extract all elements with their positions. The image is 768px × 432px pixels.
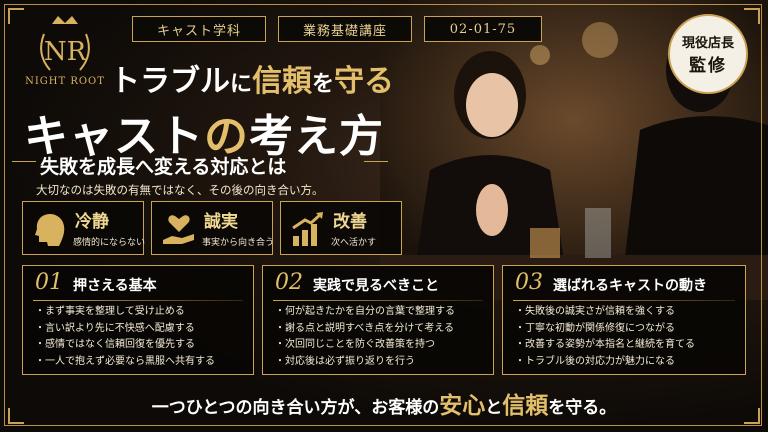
card-title: 押さえる基本 [73,278,157,294]
keyword-title: 冷静 [75,212,109,232]
title-highlight: 信頼 [252,64,313,99]
list-item: 言い訳より先に不快感へ配慮する [35,321,215,338]
list-item: 何が起きたかを自分の言葉で整理する [275,304,455,321]
message-highlight: 信頼 [502,392,549,419]
list-item: トラブル後の対応力が魅力になる [515,354,695,371]
list-item: 丁寧な初動が関係修復につながる [515,321,695,338]
message-part: 一つひとつの向き合い方が、お客様の [151,398,440,418]
keyword-sub: 感情的にならない [73,238,146,248]
card-list: まず事実を整理して受け止める 言い訳より先に不快感へ配慮する 感情ではなく信頼回… [35,304,215,370]
list-item: 謝る点と説明すべき点を分けて考える [275,321,455,338]
list-item: 失敗後の誠実さが信頼を強くする [515,304,695,321]
keyword-box: 誠実 事実から向き合う [151,201,275,255]
card-title: 実践で見るべきこと [313,278,439,294]
category-chip: キャスト学科 [132,16,266,42]
keyword-box: 改善 次へ活かす [280,201,402,255]
code-chip: 02-01-75 [424,16,542,42]
list-item: 感情ではなく信頼回復を優先する [35,337,215,354]
card-divider [33,300,243,301]
course-chip: 業務基礎講座 [278,16,412,42]
corner-ornament [744,8,760,24]
lead-text: 大切なのは失敗の有無ではなく、その後の向き合い方。 [36,183,324,197]
title-part: に [230,72,253,97]
list-item: 対応後は必ず振り返りを行う [275,354,455,371]
subtitle: 失敗を成長へ変える対応とは [40,156,287,178]
message-part: を守る。 [548,398,617,418]
point-card: 03 選ばれるキャストの動き 失敗後の誠実さが信頼を強くする 丁寧な初動が関係修… [502,265,746,375]
keyword-sub: 次へ活かす [331,238,377,248]
banner: NR NIGHT ROOT キャスト学科 業務基礎講座 02-01-75 現役店… [0,0,768,432]
heart-hand-icon [163,215,194,244]
brand-name: NIGHT ROOT [25,76,105,87]
bottom-message: 一つひとつの向き合い方が、お客様の安心と信頼を守る。 [0,383,768,429]
supervisor-badge: 現役店長 監修 [668,14,748,94]
keyword-sub: 事実から向き合う [202,238,275,248]
ornament-divider [364,161,388,162]
keyword-title: 誠実 [204,212,238,232]
card-number: 01 [35,270,63,295]
title-part: トラブル [110,64,230,99]
brand-monogram: NR [44,37,88,67]
list-item: 改善する姿勢が本指名と継続を育てる [515,337,695,354]
brand-logo: NR NIGHT ROOT [22,14,108,92]
list-item: 一人で抱えず必要なら黒服へ共有する [35,354,215,371]
card-divider [273,300,483,301]
keyword-box: 冷静 感情的にならない [22,201,146,255]
title-highlight: 守る [334,64,395,99]
message-part: と [485,398,503,418]
title-line1: トラブルに信頼を守る [110,56,394,100]
message-highlight: 安心 [439,392,486,419]
ornament-divider [12,161,36,162]
list-item: 次回同じことを防ぐ改善策を持つ [275,337,455,354]
crown-wreath-icon: NR [40,16,90,71]
point-card: 02 実践で見るべきこと 何が起きたかを自分の言葉で整理する 謝る点と説明すべき… [262,265,494,375]
head-icon [35,214,65,246]
card-list: 失敗後の誠実さが信頼を強くする 丁寧な初動が関係修復につながる 改善する姿勢が本… [515,304,695,370]
title-part: を [312,72,335,97]
card-number: 03 [515,270,543,295]
card-number: 02 [275,270,303,295]
list-item: まず事実を整理して受け止める [35,304,215,321]
card-divider [513,300,735,301]
badge-line2: 監修 [689,56,727,76]
card-title: 選ばれるキャストの動き [553,278,707,294]
growth-chart-icon [292,212,323,246]
card-list: 何が起きたかを自分の言葉で整理する 謝る点と説明すべき点を分けて考える 次回同じ… [275,304,455,370]
keyword-title: 改善 [333,212,367,232]
point-card: 01 押さえる基本 まず事実を整理して受け止める 言い訳より先に不快感へ配慮する… [22,265,254,375]
badge-line1: 現役店長 [681,36,734,51]
